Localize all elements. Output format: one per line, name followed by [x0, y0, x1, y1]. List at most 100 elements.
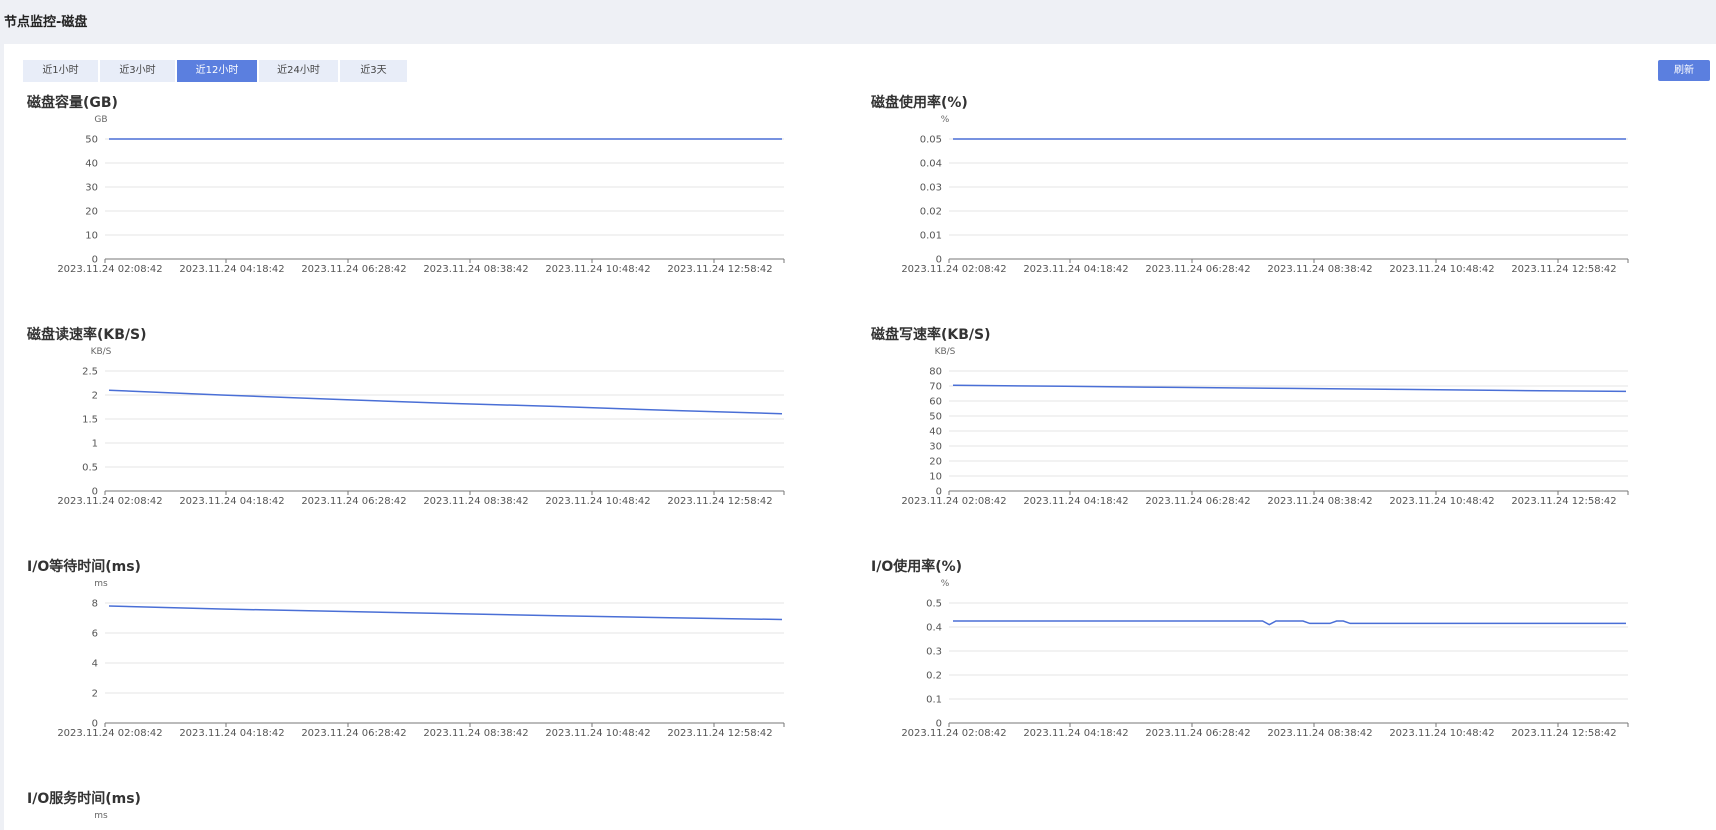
x-tick-label: 2023.11.24 10:48:42: [545, 496, 650, 507]
refresh-button[interactable]: 刷新: [1658, 60, 1710, 81]
y-tick-label: 50: [929, 412, 942, 423]
tab-3h[interactable]: 近3小时: [100, 60, 175, 82]
y-tick-label: 0.5: [926, 599, 942, 610]
x-tick-label: 2023.11.24 06:28:42: [301, 264, 406, 275]
series-line: [108, 605, 783, 621]
x-tick-label: 2023.11.24 12:58:42: [667, 496, 772, 507]
x-tick-label: 2023.11.24 08:38:42: [1267, 496, 1372, 507]
x-tick-label: 2023.11.24 10:48:42: [545, 728, 650, 739]
y-tick-label: 6: [92, 629, 98, 640]
top-bar: 节点监控-磁盘: [0, 0, 1716, 44]
page-title: 节点监控-磁盘: [4, 15, 88, 30]
chart-io-service-time: I/O服务时间(ms) ms: [27, 788, 787, 830]
x-tick-label: 2023.11.24 02:08:42: [57, 264, 162, 275]
y-tick-label: 10: [85, 231, 98, 242]
x-tick-label: 2023.11.24 12:58:42: [667, 728, 772, 739]
y-tick-label: 2: [92, 689, 98, 700]
tab-3d[interactable]: 近3天: [340, 60, 407, 82]
y-tick-label: 40: [929, 427, 942, 438]
y-tick-label: 80: [929, 367, 942, 378]
y-tick-label: 0.4: [926, 623, 942, 634]
x-tick-label: 2023.11.24 12:58:42: [1511, 728, 1616, 739]
x-tick-label: 2023.11.24 10:48:42: [545, 264, 650, 275]
y-tick-label: 0.3: [926, 647, 942, 658]
x-tick-label: 2023.11.24 08:38:42: [1267, 728, 1372, 739]
chart-svg: KB/S010203040506070802023.11.24 02:08:42…: [901, 347, 1629, 507]
y-tick-label: 1: [92, 439, 98, 450]
chart-svg: ms: [94, 811, 108, 821]
x-tick-label: 2023.11.24 04:18:42: [179, 728, 284, 739]
tab-1h[interactable]: 近1小时: [23, 60, 98, 82]
chart-svg: GB010203040502023.11.24 02:08:42 2023.11.…: [57, 115, 785, 275]
chart-svg: KB/S00.511.522.52023.11.24 02:08:42 2023.…: [57, 347, 785, 507]
x-tick-label: 2023.11.24 04:18:42: [1023, 264, 1128, 275]
unit-label: KB/S: [935, 347, 956, 357]
chart-svg: %00.010.020.030.040.052023.11.24 02:08:4…: [901, 115, 1629, 275]
y-tick-label: 0.01: [920, 231, 942, 242]
y-tick-label: 0.05: [920, 135, 942, 146]
x-tick-label: 2023.11.24 04:18:42: [1023, 496, 1128, 507]
tab-24h[interactable]: 近24小时: [259, 60, 338, 82]
y-tick-label: 0.03: [920, 183, 942, 194]
time-range-tabs: 近1小时 近3小时 近12小时 近24小时 近3天: [23, 60, 409, 82]
x-tick-label: 2023.11.24 06:28:42: [1145, 496, 1250, 507]
series-line: [953, 620, 1626, 626]
x-tick-label: 2023.11.24 04:18:42: [179, 264, 284, 275]
x-tick-label: 2023.11.24 12:58:42: [1511, 496, 1616, 507]
y-tick-label: 30: [85, 183, 98, 194]
chart-disk-capacity: 磁盘容量(GB) GB 0 10 20 30 40 50 2023.11.24 02:08:4…: [27, 92, 787, 282]
unit-label: ms: [94, 579, 108, 589]
y-tick-label: 50: [85, 135, 98, 146]
tab-12h[interactable]: 近12小时: [177, 60, 257, 82]
chart-disk-read-rate: 磁盘读速率(KB/S) KB/S 0 0.5 1 1.5 2 2.5 2023.11.24 0…: [27, 324, 787, 514]
y-tick-label: 10: [929, 472, 942, 483]
x-tick-label: 2023.11.24 08:38:42: [423, 728, 528, 739]
unit-label: %: [941, 115, 950, 125]
x-tick-label: 2023.11.24 02:08:42: [901, 496, 1006, 507]
x-tick-label: 2023.11.24 02:08:42: [901, 264, 1006, 275]
x-tick-label: 2023.11.24 10:48:42: [1389, 496, 1494, 507]
x-tick-label: 2023.11.24 06:28:42: [1145, 264, 1250, 275]
x-tick-label: 2023.11.24 10:48:42: [1389, 728, 1494, 739]
chart-disk-usage-rate: 磁盘使用率(%) % 0 0.01 0.02 0.03 0.04 0.05 2023.11.2…: [871, 92, 1631, 282]
y-tick-label: 60: [929, 397, 942, 408]
y-tick-label: 2.5: [82, 367, 98, 378]
x-tick-label: 2023.11.24 06:28:42: [1145, 728, 1250, 739]
x-tick-label: 2023.11.24 08:38:42: [423, 496, 528, 507]
x-tick-label: 2023.11.24 12:58:42: [1511, 264, 1616, 275]
x-tick-label: 2023.11.24 08:38:42: [423, 264, 528, 275]
series-line: [108, 389, 783, 415]
y-tick-label: 2: [92, 391, 98, 402]
y-tick-label: 70: [929, 382, 942, 393]
x-tick-label: 2023.11.24 12:58:42: [667, 264, 772, 275]
x-tick-label: 2023.11.24 06:28:42: [301, 496, 406, 507]
unit-label: GB: [94, 115, 107, 125]
y-tick-label: 0.2: [926, 671, 942, 682]
chart-disk-write-rate: 磁盘写速率(KB/S) KB/S 0 10 20 30 40 50 60 70 80 2023.11…: [871, 324, 1631, 514]
y-tick-label: 0.5: [82, 463, 98, 474]
y-tick-label: 30: [929, 442, 942, 453]
unit-label: ms: [94, 811, 108, 821]
chart-svg: %00.10.20.30.40.52023.11.24 02:08:42 2023…: [901, 579, 1629, 739]
y-tick-label: 20: [85, 207, 98, 218]
unit-label: KB/S: [91, 347, 112, 357]
x-tick-label: 2023.11.24 08:38:42: [1267, 264, 1372, 275]
y-tick-label: 0.1: [926, 695, 942, 706]
unit-label: %: [941, 579, 950, 589]
chart-io-wait-time: I/O等待时间(ms) ms 0 2 4 6 8 2023.11.24 02:08:42 20…: [27, 556, 787, 746]
x-tick-label: 2023.11.24 10:48:42: [1389, 264, 1494, 275]
x-tick-label: 2023.11.24 06:28:42: [301, 728, 406, 739]
y-tick-label: 1.5: [82, 415, 98, 426]
y-tick-label: 8: [92, 599, 98, 610]
chart-svg: ms024682023.11.24 02:08:42 2023.11.24 04:…: [57, 579, 785, 739]
y-tick-label: 0.04: [920, 159, 942, 170]
y-tick-label: 40: [85, 159, 98, 170]
x-tick-label: 2023.11.24 02:08:42: [901, 728, 1006, 739]
x-tick-label: 2023.11.24 04:18:42: [1023, 728, 1128, 739]
y-tick-label: 4: [92, 659, 98, 670]
chart-io-usage-rate: I/O使用率(%) % 0 0.1 0.2 0.3 0.4 0.5 2023.11.24 02…: [871, 556, 1631, 746]
y-tick-label: 20: [929, 457, 942, 468]
x-tick-label: 2023.11.24 02:08:42: [57, 496, 162, 507]
x-tick-label: 2023.11.24 02:08:42: [57, 728, 162, 739]
y-tick-label: 0.02: [920, 207, 942, 218]
